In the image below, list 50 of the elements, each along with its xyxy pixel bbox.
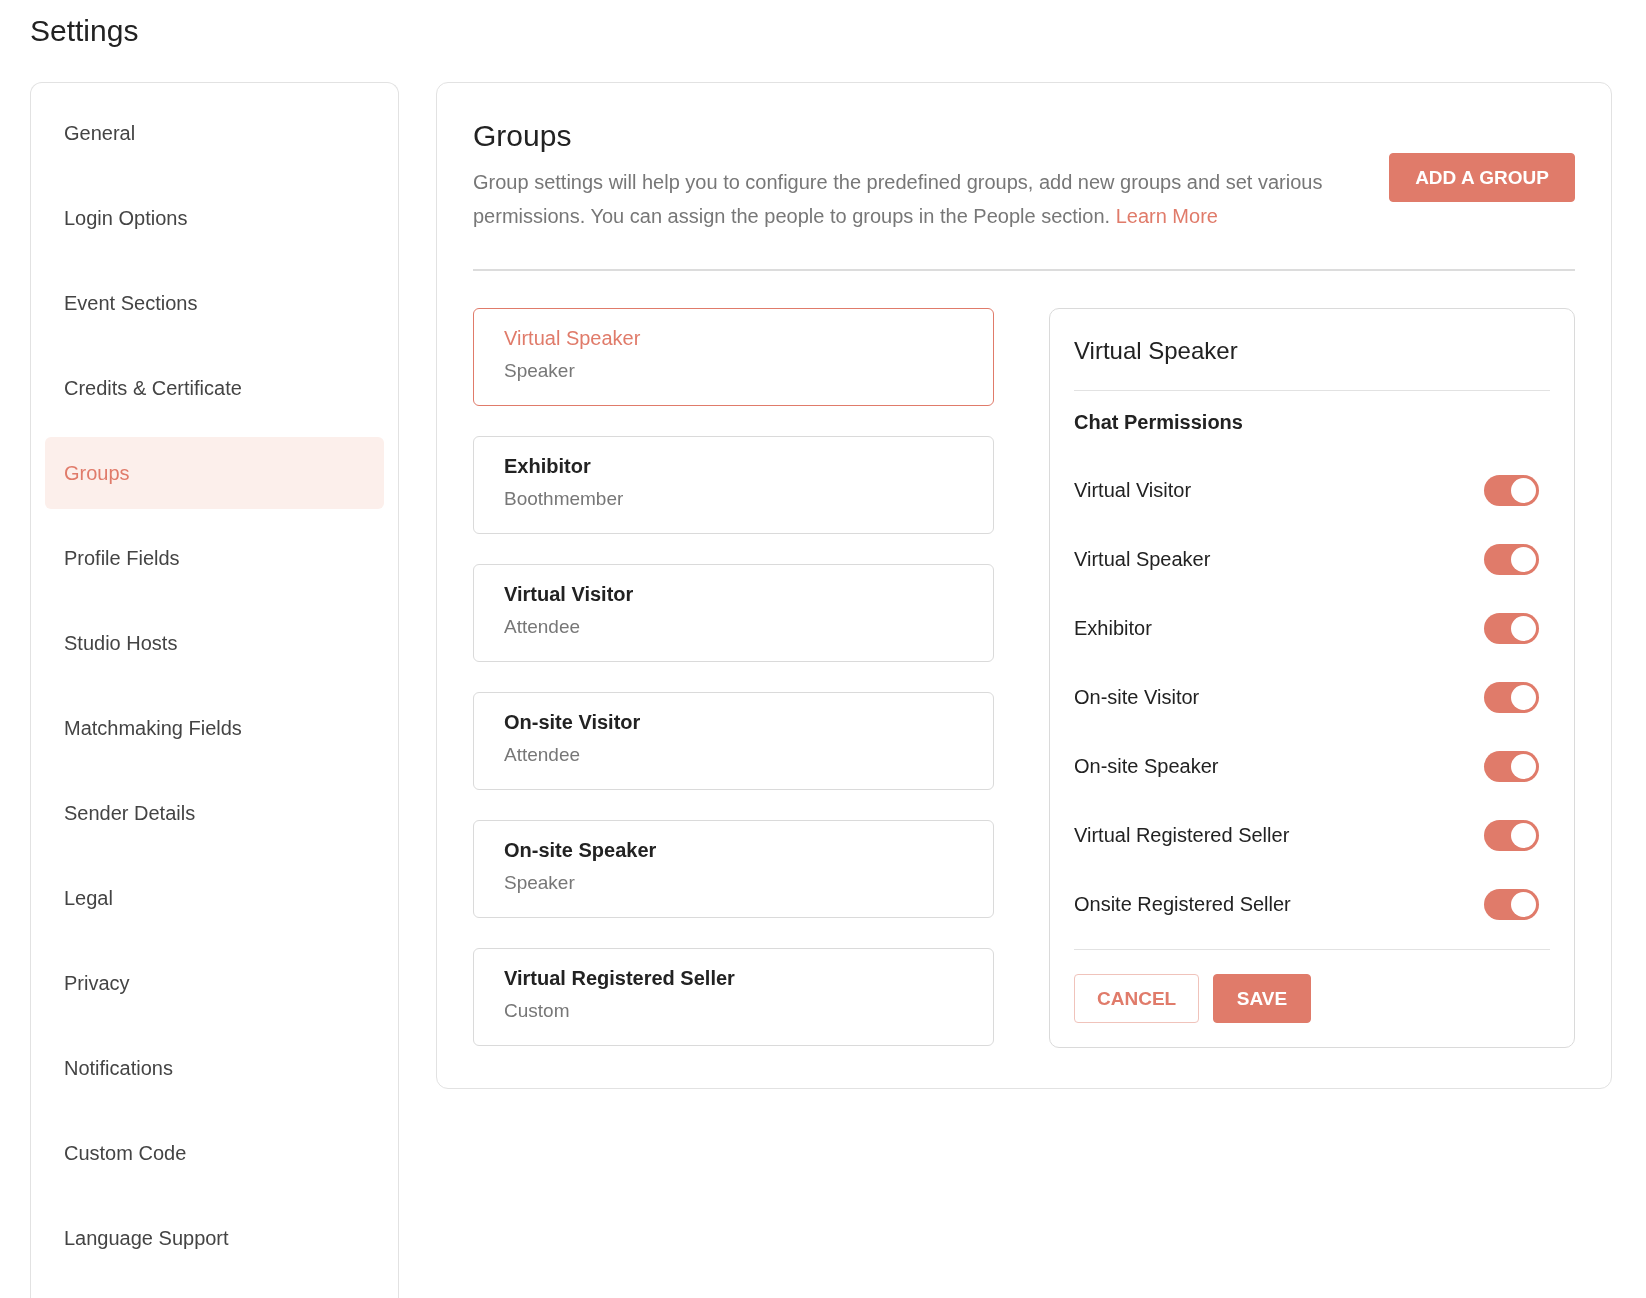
group-name: On-site Visitor — [504, 711, 642, 734]
group-role: Custom — [504, 1000, 571, 1022]
group-name: Virtual Speaker — [504, 327, 642, 350]
group-role: Speaker — [504, 872, 576, 894]
group-card[interactable]: Virtual Speaker Speaker — [473, 308, 994, 406]
section-label: Chat Permissions — [1074, 411, 1244, 434]
toggle-switch[interactable] — [1484, 544, 1539, 575]
page-title: Settings — [30, 14, 140, 48]
sidebar-item[interactable]: Privacy — [45, 947, 384, 1019]
group-card[interactable]: Exhibitor Boothmember — [473, 436, 994, 534]
group-name: Virtual Registered Seller — [504, 967, 736, 990]
group-role: Boothmember — [504, 488, 625, 510]
group-role: Speaker — [504, 360, 576, 382]
toggle-switch[interactable] — [1484, 682, 1539, 713]
sidebar-item[interactable]: Notifications — [45, 1032, 384, 1104]
sidebar-item[interactable]: Studio Hosts — [45, 607, 384, 679]
toggle-switch[interactable] — [1484, 820, 1539, 851]
sidebar-item[interactable]: Custom Code — [45, 1117, 384, 1189]
permission-label: On-site Visitor — [1074, 686, 1200, 709]
toggle-switch[interactable] — [1484, 889, 1539, 920]
permission-label: Virtual Registered Seller — [1074, 824, 1290, 847]
permission-label: Exhibitor — [1074, 617, 1152, 640]
sidebar-item[interactable]: Legal — [45, 862, 384, 934]
permission-label: Virtual Speaker — [1074, 548, 1211, 571]
toggle-switch[interactable] — [1484, 475, 1539, 506]
toggle-switch[interactable] — [1484, 751, 1539, 782]
description-text: Group settings will help you to configure the predefined groups, add new groups and set various permissions. You can assign the people to groups in the People section. Learn More — [473, 170, 1324, 229]
group-card[interactable]: On-site Visitor Attendee — [473, 692, 994, 790]
sidebar-item[interactable]: Credits & Certificate — [45, 352, 384, 424]
group-card[interactable]: Virtual Visitor Attendee — [473, 564, 994, 662]
group-name: Exhibitor — [504, 455, 592, 478]
group-name: On-site Speaker — [504, 839, 658, 862]
permission-label: Onsite Registered Seller — [1074, 893, 1291, 916]
detail-title: Virtual Speaker — [1074, 337, 1550, 391]
sidebar-item[interactable]: Language Support — [45, 1202, 384, 1274]
sidebar-item[interactable]: Login Options — [45, 182, 384, 254]
group-name: Virtual Visitor — [504, 583, 635, 606]
section-heading: Groups — [473, 119, 573, 153]
sidebar-item[interactable]: General — [45, 97, 384, 169]
group-card[interactable]: Virtual Registered Seller Custom — [473, 948, 994, 1046]
toggle-switch[interactable] — [1484, 613, 1539, 644]
sidebar-item[interactable]: Matchmaking Fields — [45, 692, 384, 764]
sidebar-item[interactable]: Event Sections — [45, 267, 384, 339]
sidebar-item[interactable]: Sender Details — [45, 777, 384, 849]
group-card[interactable]: On-site Speaker Speaker — [473, 820, 994, 918]
sidebar-item[interactable]: Profile Fields — [45, 522, 384, 594]
group-role: Attendee — [504, 744, 582, 766]
permission-label: On-site Speaker — [1074, 755, 1219, 778]
group-role: Attendee — [504, 616, 582, 638]
permission-label: Virtual Visitor — [1074, 479, 1192, 502]
